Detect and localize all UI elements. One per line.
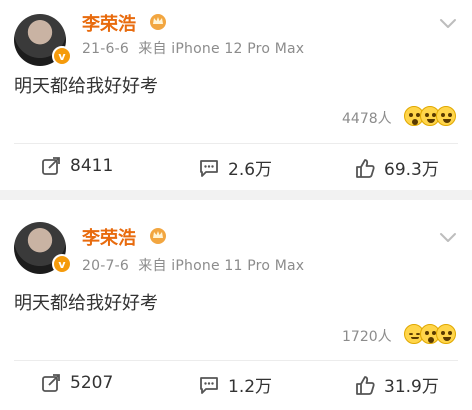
reaction-count[interactable]: 4478人 xyxy=(342,108,392,128)
comment-count: 1.2万 xyxy=(228,377,273,397)
verified-badge: v xyxy=(52,46,72,66)
repost-count: 8411 xyxy=(70,156,114,176)
thumbs-up-icon xyxy=(356,158,375,178)
author-name[interactable]: 李荣浩 xyxy=(82,10,136,36)
like-button[interactable]: 31.9万 xyxy=(354,372,439,397)
chevron-down-icon[interactable] xyxy=(438,230,458,244)
author-name[interactable]: 李荣浩 xyxy=(82,224,136,250)
post-date: 20-7-6 xyxy=(82,258,129,274)
post-text: 明天都给我好好考 xyxy=(14,293,158,314)
repost-count: 5207 xyxy=(70,373,114,393)
grinning-emoji-icon xyxy=(436,324,456,344)
verified-badge: v xyxy=(52,254,72,274)
repost-button[interactable]: 5207 xyxy=(40,372,113,394)
post-text: 明天都给我好好考 xyxy=(14,76,158,97)
divider xyxy=(14,360,458,361)
grinning-emoji-icon xyxy=(436,106,456,126)
post-source: 来自 iPhone 11 Pro Max xyxy=(138,258,305,274)
comment-icon xyxy=(200,376,218,394)
reaction-count[interactable]: 1720人 xyxy=(342,326,392,346)
weibo-post-2[interactable]: v 李荣浩 20-7-6 来自 iPhone 11 Pro Max 明天都给我好… xyxy=(0,200,472,410)
crown-icon xyxy=(150,228,166,244)
comment-count: 2.6万 xyxy=(228,160,273,180)
thumbs-up-icon xyxy=(356,375,375,395)
like-count: 31.9万 xyxy=(384,377,439,397)
share-icon xyxy=(42,374,60,392)
share-icon xyxy=(42,157,60,175)
comment-button[interactable]: 1.2万 xyxy=(198,372,272,397)
post-meta: 20-7-6 来自 iPhone 11 Pro Max xyxy=(82,255,304,275)
crown-icon xyxy=(150,14,166,30)
post-meta: 21-6-6 来自 iPhone 12 Pro Max xyxy=(82,38,304,58)
post-date: 21-6-6 xyxy=(82,41,129,57)
post-source: 来自 iPhone 12 Pro Max xyxy=(138,41,305,57)
repost-button[interactable]: 8411 xyxy=(40,155,113,177)
comment-button[interactable]: 2.6万 xyxy=(198,155,272,180)
comment-icon xyxy=(200,159,218,177)
like-button[interactable]: 69.3万 xyxy=(354,155,439,180)
chevron-down-icon[interactable] xyxy=(438,16,458,30)
weibo-post-1[interactable]: v 李荣浩 21-6-6 来自 iPhone 12 Pro Max 明天都给我好… xyxy=(0,0,472,190)
divider xyxy=(14,143,458,144)
like-count: 69.3万 xyxy=(384,160,439,180)
